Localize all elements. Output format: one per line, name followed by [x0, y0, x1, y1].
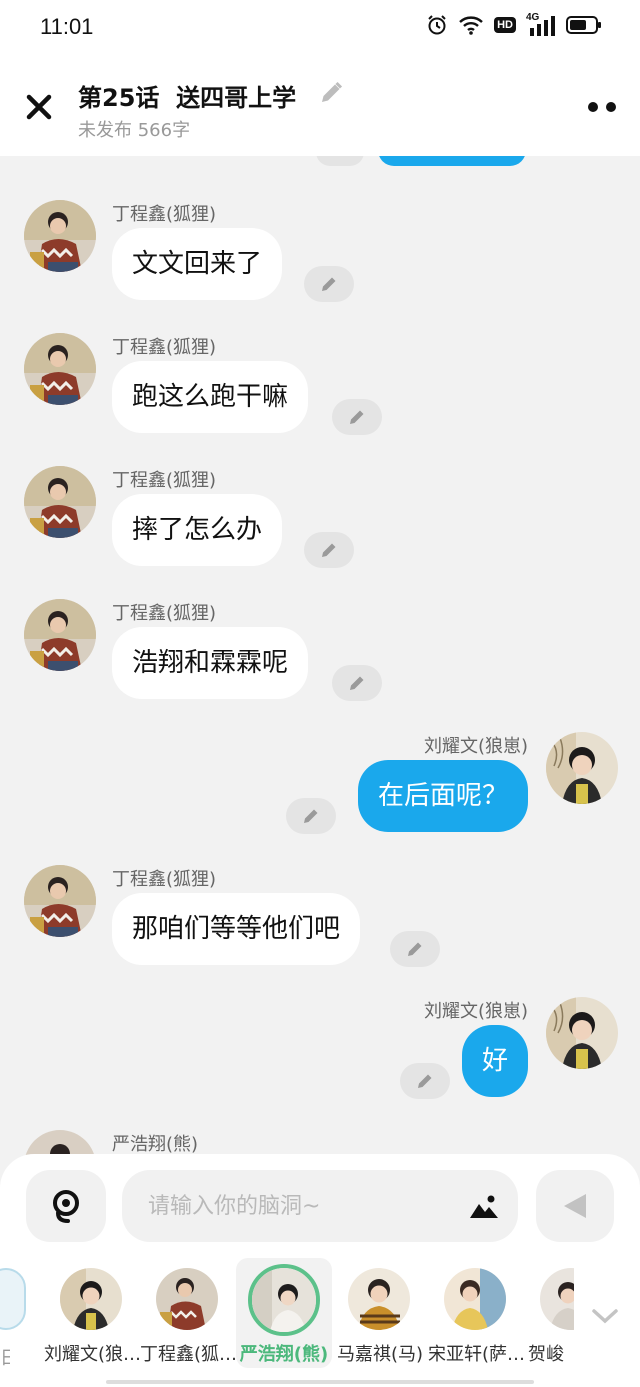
- avatar[interactable]: [24, 599, 96, 671]
- message-bubble[interactable]: 文文回来了: [112, 228, 283, 300]
- page-title: 第25话 送四哥上学: [78, 84, 297, 112]
- pencil-icon: [418, 1074, 432, 1088]
- character-name: 宋亚轩(萨…: [428, 1344, 524, 1365]
- character-name: 严浩翔(熊): [239, 1344, 329, 1365]
- message-bubble[interactable]: 好: [461, 1025, 528, 1097]
- character-name: 刘耀文(狼…: [44, 1344, 140, 1365]
- close-icon[interactable]: [22, 90, 56, 124]
- sender-name: 丁程鑫(狐狸): [112, 869, 217, 890]
- sender-name: 丁程鑫(狐狸): [112, 470, 217, 491]
- character-name: 马嘉祺(马): [336, 1344, 424, 1365]
- edit-message-button[interactable]: [332, 665, 382, 701]
- character-avatar: [540, 1268, 574, 1330]
- sender-name: 严浩翔(熊): [112, 1134, 199, 1155]
- hd-badge: HD: [494, 17, 516, 33]
- more-icon[interactable]: [586, 100, 618, 114]
- character-item[interactable]: 宋亚轩(萨…: [428, 1258, 524, 1368]
- character-name: 贺峻: [528, 1344, 564, 1365]
- character-name: 丁程鑫(狐…: [140, 1344, 236, 1365]
- edit-message-button[interactable]: [286, 798, 336, 834]
- send-button[interactable]: [536, 1170, 614, 1242]
- status-bar: 11:01 HD 4G: [0, 0, 640, 56]
- character-item[interactable]: 刘耀文(狼…: [44, 1258, 140, 1368]
- edit-message-button[interactable]: [304, 532, 354, 568]
- message-bubble[interactable]: 摔了怎么办: [112, 494, 283, 566]
- pencil-icon: [304, 809, 318, 823]
- character-item[interactable]: 马嘉祺(马): [332, 1258, 428, 1368]
- story-input[interactable]: [148, 1188, 448, 1224]
- voice-button[interactable]: [26, 1170, 106, 1242]
- sender-name: 丁程鑫(狐狸): [112, 603, 217, 624]
- sender-name: 刘耀文(狼崽): [423, 1001, 528, 1022]
- pencil-icon: [322, 543, 336, 557]
- sender-name: 刘耀文(狼崽): [423, 736, 528, 757]
- pencil-icon: [350, 676, 364, 690]
- status-icons: HD 4G: [426, 12, 602, 36]
- home-indicator: [106, 1380, 534, 1384]
- voice-icon: [53, 1190, 79, 1223]
- status-time: 11:01: [40, 14, 94, 39]
- character-item-selected[interactable]: 严浩翔(熊): [236, 1258, 332, 1368]
- composer-panel: 日 刘耀文(狼… 丁程鑫(狐… 严浩翔(熊) 马嘉祺(马): [0, 1154, 640, 1387]
- partial-character[interactable]: [0, 1268, 26, 1330]
- image-icon[interactable]: [468, 1192, 500, 1220]
- edit-title-icon[interactable]: [318, 80, 344, 106]
- header: 第25话 送四哥上学 未发布 566字: [0, 56, 640, 156]
- character-avatar: [60, 1268, 122, 1330]
- edit-message-button[interactable]: [400, 1063, 450, 1099]
- character-item[interactable]: 丁程鑫(狐…: [140, 1258, 236, 1368]
- character-avatar: [156, 1268, 218, 1330]
- character-avatar: [248, 1264, 320, 1336]
- battery-icon: [566, 16, 601, 34]
- character-avatar: [444, 1268, 506, 1330]
- pencil-icon: [350, 410, 364, 424]
- sender-name: 丁程鑫(狐狸): [112, 337, 217, 358]
- avatar[interactable]: [546, 732, 618, 804]
- chat-area[interactable]: 丁程鑫(狐狸) 文文回来了 丁程鑫(狐狸) 跑这么跑干嘛 丁程鑫(狐狸) 摔了怎…: [0, 156, 640, 1156]
- edit-message-button[interactable]: [304, 266, 354, 302]
- avatar[interactable]: [24, 1130, 96, 1156]
- message-bubble[interactable]: 浩翔和霖霖呢: [112, 627, 309, 699]
- alarm-icon: [428, 15, 446, 35]
- message-bubble[interactable]: 跑这么跑干嘛: [112, 361, 309, 433]
- avatar[interactable]: [24, 333, 96, 405]
- avatar[interactable]: [546, 997, 618, 1069]
- character-item[interactable]: 贺峻: [524, 1258, 574, 1368]
- partial-character-name: 日: [0, 1348, 10, 1366]
- edit-message-button[interactable]: [390, 931, 440, 967]
- input-container: [122, 1170, 518, 1242]
- send-icon: [564, 1194, 586, 1218]
- signal-icon: 4G: [526, 12, 556, 36]
- sender-name: 丁程鑫(狐狸): [112, 204, 217, 225]
- avatar[interactable]: [24, 865, 96, 937]
- pencil-icon: [408, 942, 422, 956]
- pencil-icon: [322, 277, 336, 291]
- avatar[interactable]: [24, 200, 96, 272]
- avatar[interactable]: [24, 466, 96, 538]
- partial-edit-pill: [316, 156, 364, 166]
- character-avatar: [348, 1268, 410, 1330]
- edit-message-button[interactable]: [332, 399, 382, 435]
- message-bubble[interactable]: 那咱们等等他们吧: [112, 893, 361, 965]
- character-selector[interactable]: 日 刘耀文(狼… 丁程鑫(狐… 严浩翔(熊) 马嘉祺(马) 宋亚轩(萨… 贺峻: [0, 1258, 640, 1368]
- wifi-icon: [459, 16, 483, 35]
- partial-message-bubble: [378, 156, 526, 166]
- chevron-down-icon[interactable]: [590, 1306, 620, 1326]
- message-bubble[interactable]: 在后面呢？: [357, 760, 528, 832]
- publish-status: 未发布 566字: [78, 120, 191, 141]
